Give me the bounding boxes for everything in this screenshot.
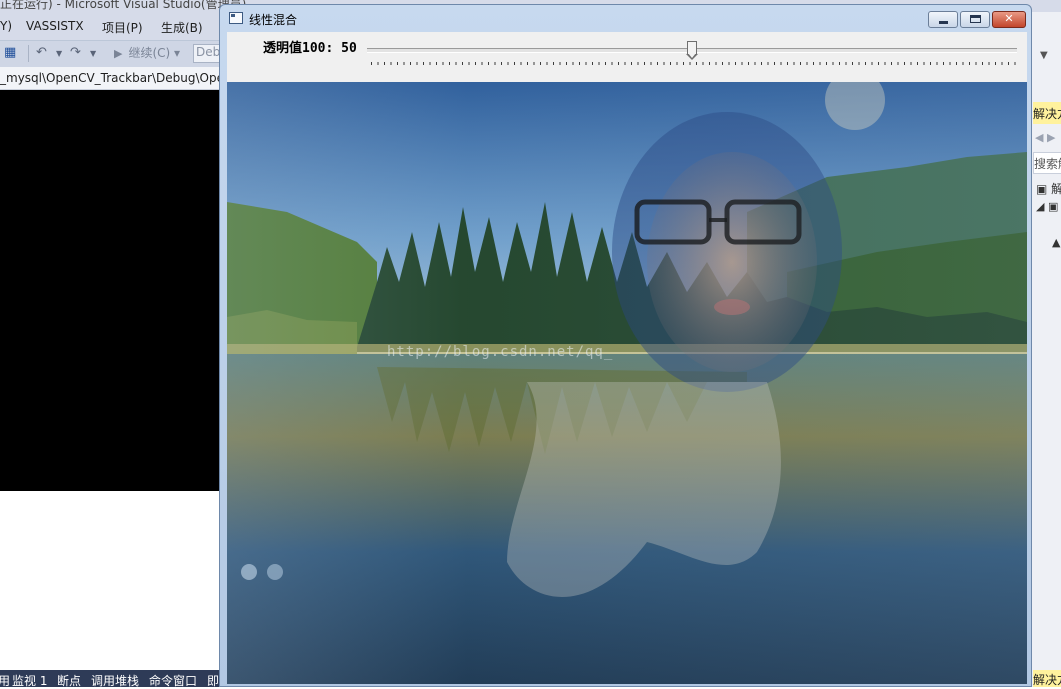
menu-item-view[interactable]: Y): [0, 19, 12, 33]
save-icon[interactable]: ▦: [4, 45, 16, 60]
vs-output-path: _mysql\OpenCV_Trackbar\Debug\OpenCV_Trac…: [0, 67, 329, 90]
menu-item-project[interactable]: 项目(P): [102, 19, 143, 36]
toolbar-separator: [28, 45, 29, 62]
minimize-button[interactable]: [928, 11, 958, 28]
continue-label: 继续(C): [128, 46, 171, 60]
tab-callstack-partial[interactable]: 调用: [0, 672, 10, 689]
minimize-icon: [939, 21, 948, 24]
editor-area: [0, 491, 230, 670]
maximize-icon: [970, 15, 981, 23]
close-icon: ✕: [1004, 12, 1014, 25]
vs-menu-bar: Y) VASSISTX 项目(P) 生成(B): [0, 12, 230, 40]
window-title: 线性混合: [249, 13, 298, 27]
vs-bottom-tabs: 调用 监视 1 断点 调用堆栈 命令窗口 即时窗口: [0, 670, 255, 689]
tab-breakpoints[interactable]: 断点: [57, 672, 81, 689]
chevron-down-icon[interactable]: ▼: [90, 49, 96, 58]
solution-node-icon[interactable]: ▣ 解: [1036, 180, 1061, 197]
close-button[interactable]: ✕: [992, 11, 1026, 28]
vs-title-text: 正在运行) - Microsoft Visual Studio(管理员): [0, 0, 247, 11]
tab-command-window[interactable]: 命令窗口: [149, 672, 197, 689]
chevron-down-icon[interactable]: ▼: [56, 49, 62, 58]
window-title-bar[interactable]: 线性混合 ✕: [220, 5, 1031, 32]
window-client-area: 透明值100: 50 http://blog.csdn.net/qq_: [227, 32, 1027, 684]
solution-search-input[interactable]: 搜索解决方案资源管理器: [1033, 152, 1061, 174]
expand-arrow-icon[interactable]: ▲: [1052, 236, 1060, 249]
blended-image-canvas: [227, 82, 1027, 684]
solution-explorer-title: 解决方案资源管理器: [1033, 107, 1061, 121]
tab-call-stack[interactable]: 调用堆栈: [91, 672, 139, 689]
solution-explorer-header: 解决方案资源管理器: [1033, 102, 1061, 124]
play-icon: ▶: [114, 47, 123, 60]
highgui-window[interactable]: 线性混合 ✕ 透明值100: 50 http://blog.csdn.net/q…: [219, 4, 1032, 687]
menu-item-vassistx[interactable]: VASSISTX: [26, 19, 84, 33]
image-watermark: http://blog.csdn.net/qq_: [387, 344, 614, 360]
menu-item-build[interactable]: 生成(B): [161, 19, 203, 36]
console-window: [0, 90, 230, 491]
project-node-icon[interactable]: ◢ ▣: [1036, 200, 1058, 213]
maximize-button[interactable]: [960, 11, 990, 28]
chevron-down-icon[interactable]: ▼: [1040, 50, 1048, 61]
solution-search-placeholder: 搜索解决方案资源管理器: [1034, 157, 1061, 171]
solution-explorer-tab[interactable]: 解决方案资源管理器: [1033, 670, 1061, 687]
back-forward-icon[interactable]: ◀ ▶: [1035, 131, 1055, 144]
solution-explorer-tab-label: 解决方案资源管理器: [1033, 673, 1061, 687]
vs-toolbar: ▦ ↶ ▼ ↷ ▼ ▶ 继续(C) ▾ Debug: [0, 40, 233, 67]
trackbar-slider[interactable]: [367, 41, 1017, 60]
trackbar-ticks: [371, 62, 1017, 65]
trackbar-label: 透明值100: 50: [263, 41, 357, 56]
continue-button[interactable]: ▶ 继续(C) ▾: [114, 44, 180, 61]
redo-icon[interactable]: ↷: [70, 45, 81, 60]
blended-image: http://blog.csdn.net/qq_: [227, 82, 1027, 684]
tab-watch-1[interactable]: 监视 1: [12, 672, 47, 689]
window-app-icon: [229, 12, 243, 24]
undo-icon[interactable]: ↶: [36, 45, 47, 60]
